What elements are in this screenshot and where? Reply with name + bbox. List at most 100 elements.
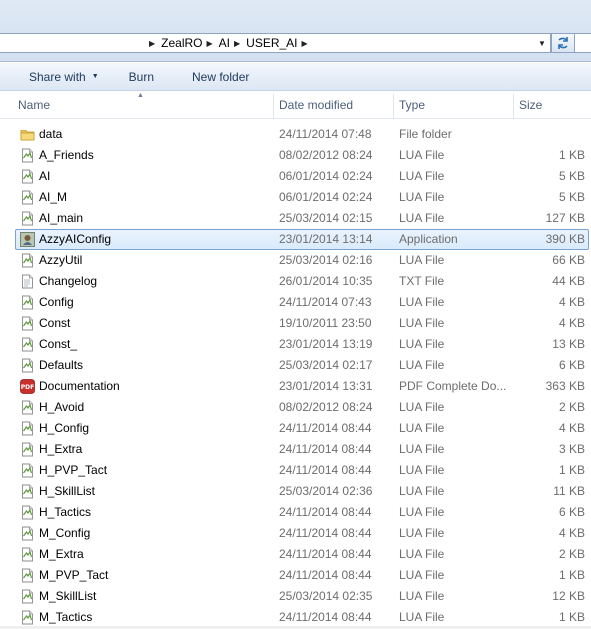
file-date-modified: 08/02/2012 08:24 — [279, 148, 373, 162]
breadcrumb-item-zealro[interactable]: ZealRO — [161, 36, 202, 50]
file-name: A_Friends — [39, 148, 94, 162]
file-name: AI_M — [39, 190, 68, 204]
file-row[interactable]: AI_M 06/01/2014 02:24 LUA File 5 KB — [0, 187, 591, 208]
file-row[interactable]: H_Config 24/11/2014 08:44 LUA File 4 KB — [0, 418, 591, 439]
file-row[interactable]: M_Config 24/11/2014 08:44 LUA File 4 KB — [0, 523, 591, 544]
file-row[interactable]: H_Tactics 24/11/2014 08:44 LUA File 6 KB — [0, 502, 591, 523]
breadcrumb-separator-icon[interactable]: ▶ — [302, 39, 308, 48]
file-row[interactable]: M_Extra 24/11/2014 08:44 LUA File 2 KB — [0, 544, 591, 565]
file-type: LUA File — [399, 421, 445, 435]
breadcrumb-separator-icon[interactable]: ▶ — [234, 39, 240, 48]
file-size: 4 KB — [558, 421, 585, 435]
file-type: LUA File — [399, 211, 445, 225]
file-row[interactable]: Const_ 23/01/2014 13:19 LUA File 13 KB — [0, 334, 591, 355]
file-date-modified: 08/02/2012 08:24 — [279, 400, 373, 414]
lua-file-icon — [20, 337, 35, 352]
file-date-modified: 23/01/2014 13:14 — [279, 232, 373, 246]
lua-file-icon — [20, 253, 35, 268]
column-divider[interactable] — [273, 94, 274, 118]
lua-file-icon — [20, 484, 35, 499]
file-type: LUA File — [399, 190, 445, 204]
file-row[interactable]: H_PVP_Tact 24/11/2014 08:44 LUA File 1 KB — [0, 460, 591, 481]
file-type: LUA File — [399, 295, 445, 309]
file-name: AzzyAIConfig — [39, 232, 112, 246]
lua-file-icon — [20, 505, 35, 520]
file-size: 1 KB — [558, 568, 585, 582]
file-name: H_PVP_Tact — [39, 463, 108, 477]
file-row[interactable]: H_SkillList 25/03/2014 02:36 LUA File 11 KB — [0, 481, 591, 502]
column-header-name[interactable]: Name — [18, 92, 50, 118]
file-name: AI — [39, 169, 51, 183]
column-header-size[interactable]: Size — [519, 92, 542, 118]
file-row[interactable]: AI 06/01/2014 02:24 LUA File 5 KB — [0, 166, 591, 187]
file-type: LUA File — [399, 253, 445, 267]
share-with-label: Share with — [29, 69, 86, 84]
file-date-modified: 24/11/2014 08:44 — [279, 463, 372, 477]
file-date-modified: 24/11/2014 08:44 — [279, 610, 372, 624]
application-icon — [20, 232, 35, 247]
file-row[interactable]: AI_main 25/03/2014 02:15 LUA File 127 KB — [0, 208, 591, 229]
file-name: Config — [39, 295, 74, 309]
command-bar: Share with ▼ Burn New folder — [0, 63, 591, 91]
breadcrumb-separator-icon[interactable]: ▶ — [207, 39, 213, 48]
file-row[interactable]: H_Avoid 08/02/2012 08:24 LUA File 2 KB — [0, 397, 591, 418]
file-row[interactable]: AzzyAIConfig 23/01/2014 13:14 Application 3… — [0, 229, 591, 250]
refresh-button[interactable] — [551, 33, 575, 53]
file-row[interactable]: Const 19/10/2011 23:50 LUA File 4 KB — [0, 313, 591, 334]
file-row[interactable]: Changelog 26/01/2014 10:35 TXT File 44 KB — [0, 271, 591, 292]
file-row[interactable]: Config 24/11/2014 07:43 LUA File 4 KB — [0, 292, 591, 313]
file-date-modified: 19/10/2011 23:50 — [279, 316, 372, 330]
column-divider[interactable] — [393, 94, 394, 118]
file-row[interactable]: A_Friends 08/02/2012 08:24 LUA File 1 KB — [0, 145, 591, 166]
file-size: 4 KB — [558, 526, 585, 540]
file-name: Const_ — [39, 337, 78, 351]
breadcrumb-separator-icon[interactable]: ▶ — [149, 39, 155, 48]
file-row[interactable]: M_PVP_Tact 24/11/2014 08:44 LUA File 1 KB — [0, 565, 591, 586]
file-row[interactable]: Defaults 25/03/2014 02:17 LUA File 6 KB — [0, 355, 591, 376]
column-divider[interactable] — [513, 94, 514, 118]
search-box[interactable] — [575, 33, 591, 53]
burn-button[interactable]: Burn — [121, 66, 162, 88]
file-name: Documentation — [39, 379, 120, 393]
chevron-down-icon: ▼ — [91, 73, 99, 80]
file-size: 13 KB — [552, 337, 585, 351]
lua-file-icon — [20, 547, 35, 562]
file-name: M_PVP_Tact — [39, 568, 109, 582]
address-history-dropdown-icon[interactable]: ▼ — [536, 36, 548, 50]
file-type: LUA File — [399, 526, 445, 540]
file-date-modified: 06/01/2014 02:24 — [279, 190, 373, 204]
file-type: LUA File — [399, 610, 445, 624]
lua-file-icon — [20, 568, 35, 583]
file-row[interactable]: M_SkillList 25/03/2014 02:35 LUA File 12 KB — [0, 586, 591, 607]
file-date-modified: 25/03/2014 02:36 — [279, 484, 373, 498]
breadcrumb-item-user-ai[interactable]: USER_AI — [246, 36, 297, 50]
file-type: LUA File — [399, 505, 445, 519]
file-name: M_Extra — [39, 547, 84, 561]
column-header-date-modified[interactable]: Date modified — [279, 92, 353, 118]
sort-ascending-icon: ▲ — [137, 92, 144, 99]
file-type: LUA File — [399, 148, 445, 162]
column-header-type[interactable]: Type — [399, 92, 425, 118]
file-date-modified: 24/11/2014 08:44 — [279, 442, 372, 456]
file-size: 363 KB — [545, 379, 585, 393]
file-row[interactable]: AzzyUtil 25/03/2014 02:16 LUA File 66 KB — [0, 250, 591, 271]
address-bar[interactable]: ▶ ZealRO ▶ AI ▶ USER_AI ▶ ▼ — [0, 33, 551, 53]
file-row[interactable]: PDF Documentation 23/01/2014 13:31 PDF Comp… — [0, 376, 591, 397]
file-type: TXT File — [399, 274, 445, 288]
file-row[interactable]: M_Tactics 24/11/2014 08:44 LUA File 1 KB — [0, 607, 591, 628]
file-row[interactable]: data 24/11/2014 07:48 File folder — [0, 124, 591, 145]
breadcrumb-item-ai[interactable]: AI — [219, 36, 230, 50]
file-date-modified: 24/11/2014 08:44 — [279, 547, 372, 561]
file-date-modified: 23/01/2014 13:31 — [279, 379, 373, 393]
file-type: File folder — [399, 127, 452, 141]
new-folder-button[interactable]: New folder — [184, 66, 257, 88]
lua-file-icon — [20, 463, 35, 478]
lua-file-icon — [20, 442, 35, 457]
share-with-button[interactable]: Share with ▼ — [21, 66, 107, 88]
file-name: Defaults — [39, 358, 84, 372]
file-row[interactable]: H_Extra 24/11/2014 08:44 LUA File 3 KB — [0, 439, 591, 460]
file-type: LUA File — [399, 358, 445, 372]
file-type: Application — [399, 232, 458, 246]
file-size: 12 KB — [552, 589, 585, 603]
file-date-modified: 25/03/2014 02:35 — [279, 589, 373, 603]
